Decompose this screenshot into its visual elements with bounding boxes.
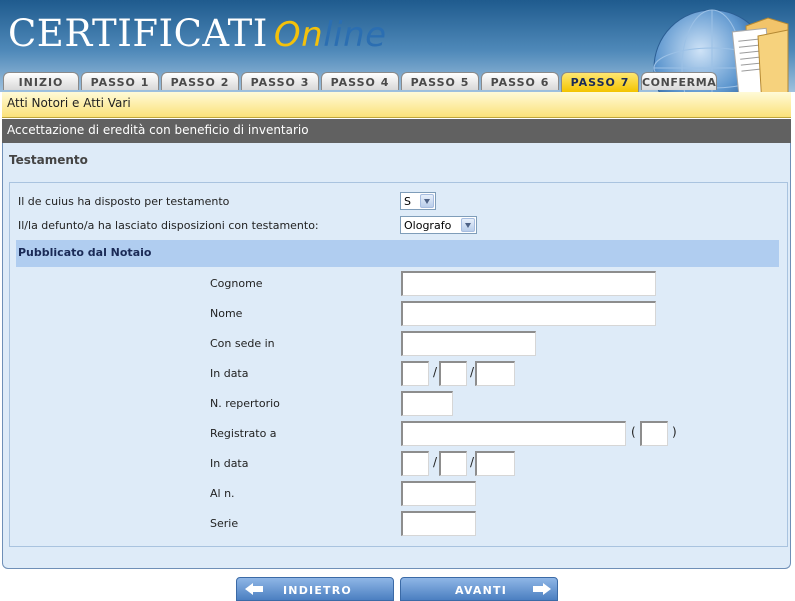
category-bar: Atti Notori e Atti Vari [2, 92, 791, 118]
registrato-field[interactable] [401, 421, 626, 446]
arrow-right-icon [533, 583, 551, 595]
logo-title: CERTIFICATI [8, 12, 268, 55]
data-year-field[interactable] [475, 361, 515, 386]
data2-year-field[interactable] [475, 451, 515, 476]
form-panel: Testamento Il de cuius ha disposto per t… [2, 143, 791, 569]
data-registrazione-label: In data [210, 457, 249, 470]
provincia-field[interactable] [640, 421, 668, 446]
paren-open: ( [631, 425, 636, 439]
date-separator: / [433, 365, 438, 379]
tipo-testamento-select[interactable]: Olografo [400, 216, 477, 234]
testamento-select-value: S [404, 195, 411, 208]
serie-label: Serie [210, 517, 239, 530]
logo-on: On [273, 15, 324, 55]
tipo-testamento-select-value: Olografo [404, 219, 452, 232]
repertorio-field[interactable] [401, 391, 453, 416]
data2-day-field[interactable] [401, 451, 429, 476]
tab-inizio[interactable]: INIZIO [3, 72, 79, 90]
page-title: Accettazione di eredità con beneficio di… [7, 123, 309, 137]
chevron-down-icon[interactable] [461, 218, 475, 232]
tab-passo-7[interactable]: PASSO 7 [561, 72, 639, 92]
cognome-field[interactable] [401, 271, 656, 296]
logo-line: line [323, 15, 387, 55]
arrow-left-icon [245, 583, 263, 595]
tab-passo-6[interactable]: PASSO 6 [481, 72, 559, 90]
next-button[interactable]: AVANTI [400, 577, 558, 601]
nome-field[interactable] [401, 301, 656, 326]
sede-field[interactable] [401, 331, 536, 356]
repertorio-label: N. repertorio [210, 397, 280, 410]
date-separator: / [470, 455, 475, 469]
sede-label: Con sede in [210, 337, 275, 350]
testamento-select[interactable]: S [400, 192, 436, 210]
registrato-label: Registrato a [210, 427, 277, 440]
disposizioni-question-label: Il/la defunto/a ha lasciato disposizioni… [18, 219, 319, 232]
tab-passo-4[interactable]: PASSO 4 [321, 72, 399, 90]
data-label: In data [210, 367, 249, 380]
data-day-field[interactable] [401, 361, 429, 386]
tab-passo-2[interactable]: PASSO 2 [161, 72, 239, 90]
al-numero-field[interactable] [401, 481, 476, 506]
notaio-band-title: Pubblicato dal Notaio [18, 246, 152, 259]
chevron-down-icon[interactable] [420, 194, 434, 208]
tab-conferma[interactable]: CONFERMA [641, 72, 717, 90]
date-separator: / [470, 365, 475, 379]
category-label: Atti Notori e Atti Vari [7, 96, 131, 110]
wizard-tabs: INIZIO PASSO 1 PASSO 2 PASSO 3 PASSO 4 P… [3, 72, 719, 92]
al-numero-label: Al n. [210, 487, 235, 500]
form-box [9, 182, 788, 547]
notaio-band: Pubblicato dal Notaio [16, 240, 779, 267]
serie-field[interactable] [401, 511, 476, 536]
next-button-label: AVANTI [455, 584, 508, 597]
site-logo: CERTIFICATI Online [8, 12, 387, 57]
section-title: Testamento [9, 153, 88, 167]
tab-passo-3[interactable]: PASSO 3 [241, 72, 319, 90]
testamento-question-label: Il de cuius ha disposto per testamento [18, 195, 230, 208]
data2-month-field[interactable] [439, 451, 467, 476]
page-title-bar: Accettazione di eredità con beneficio di… [2, 119, 791, 143]
cognome-label: Cognome [210, 277, 263, 290]
back-button-label: INDIETRO [283, 584, 352, 597]
date-separator: / [433, 455, 438, 469]
back-button[interactable]: INDIETRO [236, 577, 394, 601]
paren-close: ) [672, 425, 677, 439]
tab-passo-5[interactable]: PASSO 5 [401, 72, 479, 90]
tab-passo-1[interactable]: PASSO 1 [81, 72, 159, 90]
data-month-field[interactable] [439, 361, 467, 386]
nome-label: Nome [210, 307, 243, 320]
